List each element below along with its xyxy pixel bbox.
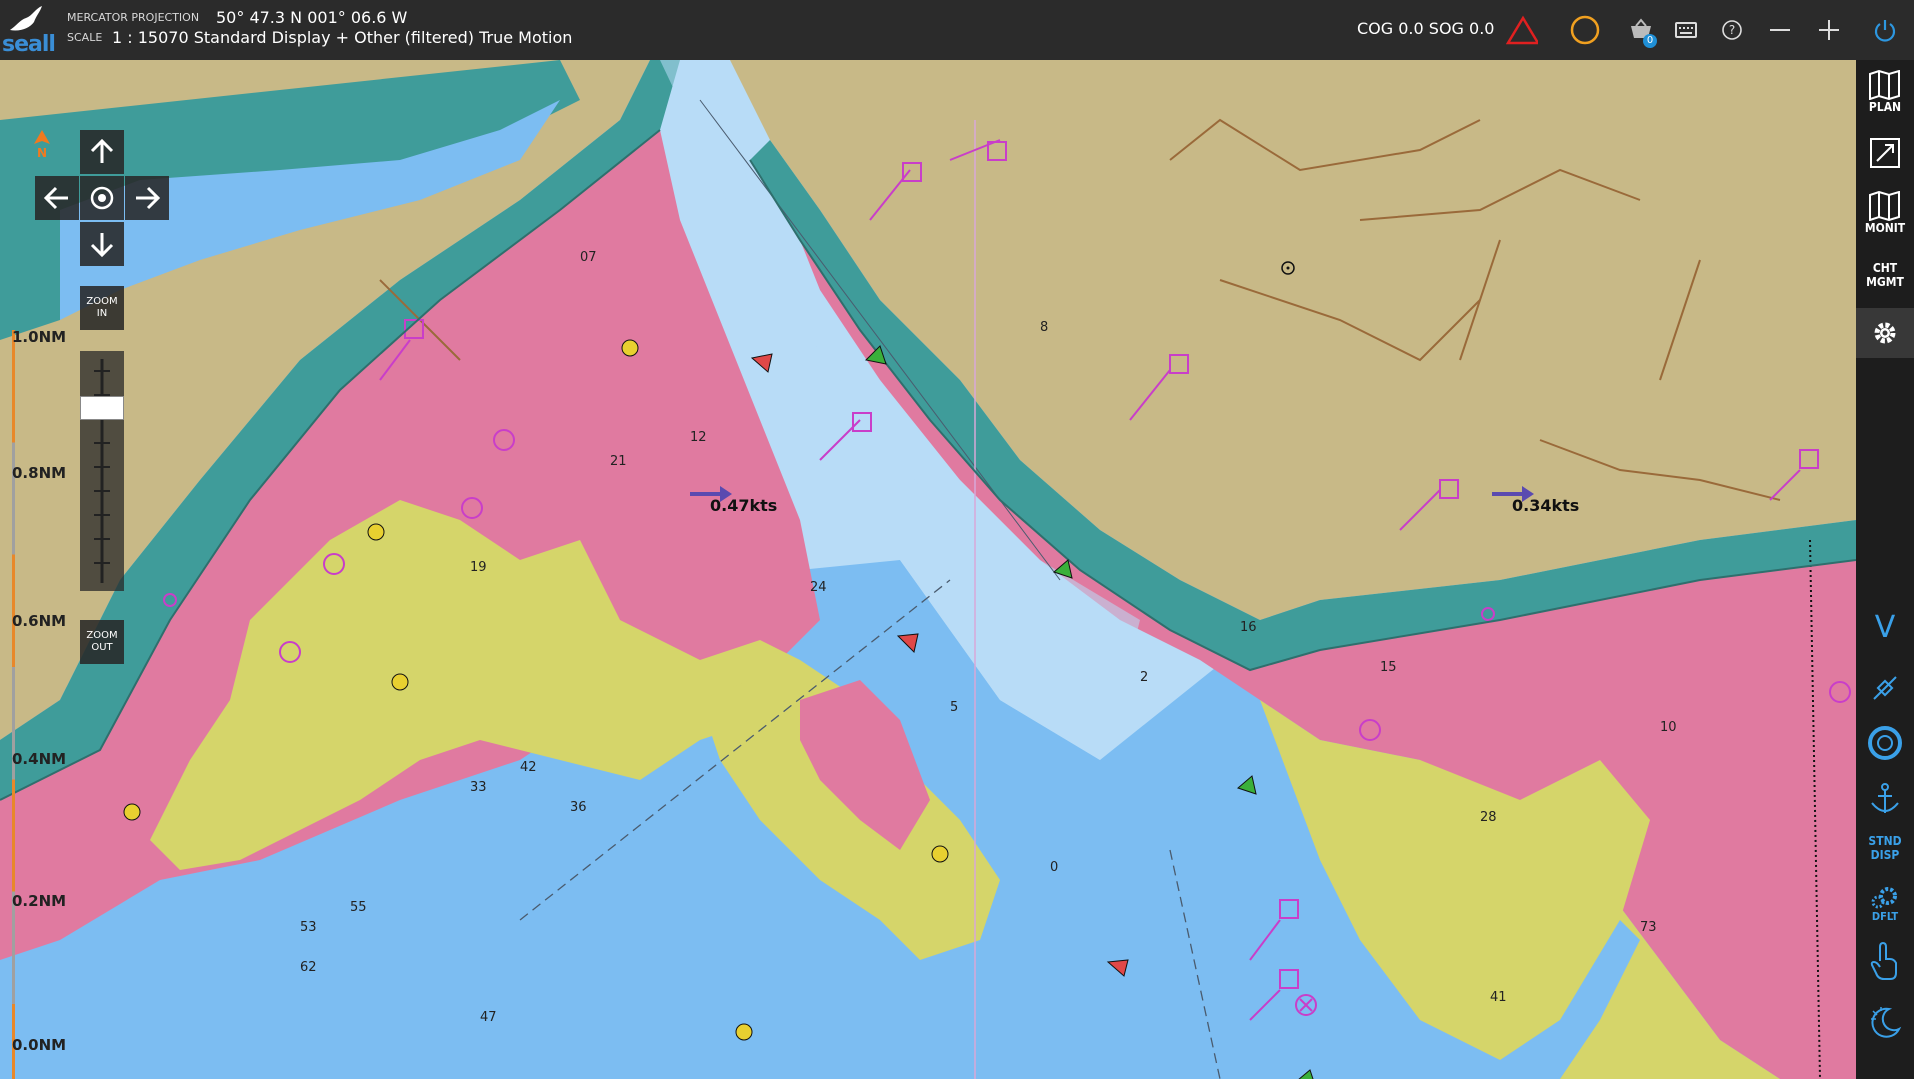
arrow-right-icon — [136, 186, 161, 210]
touch-mode-button[interactable] — [1856, 936, 1914, 986]
disp-label: DISP — [1870, 848, 1900, 862]
range-label: 1.0NM — [12, 328, 67, 346]
route-tool-button[interactable] — [1856, 666, 1914, 710]
scale-label: SCALE — [67, 31, 103, 44]
cht-label: CHT — [1872, 261, 1898, 275]
minimize-icon[interactable] — [1764, 14, 1796, 46]
plan-label: PLAN — [1868, 100, 1902, 114]
monit-button[interactable]: MONIT — [1856, 184, 1914, 242]
alarm-circle-icon[interactable] — [1569, 14, 1601, 46]
gear-icon — [1874, 322, 1896, 344]
warning-triangle-icon[interactable] — [1506, 14, 1538, 46]
plan-button[interactable]: PLAN — [1856, 64, 1914, 120]
pan-right-button[interactable] — [125, 176, 169, 220]
current-speed-label: 0.34kts — [1512, 496, 1580, 515]
chart-overview-icon — [1870, 138, 1900, 168]
pin-route-icon — [1873, 676, 1897, 700]
pan-left-button[interactable] — [35, 176, 79, 220]
right-toolbar: PLAN MONIT CHT MGMT V STND DISP DFLT — [1856, 60, 1914, 1079]
keyboard-icon[interactable] — [1670, 14, 1702, 46]
pan-down-button[interactable] — [80, 222, 124, 266]
basket-badge: 0 — [1643, 34, 1657, 48]
settings-button[interactable] — [1856, 308, 1914, 358]
basket-icon[interactable]: 0 — [1625, 14, 1657, 48]
zoom-in-button[interactable]: ZOOM IN — [80, 286, 124, 330]
pan-up-button[interactable] — [80, 130, 124, 174]
range-label: 0.0NM — [12, 1036, 67, 1054]
arrow-left-icon — [43, 186, 68, 210]
svg-text:?: ? — [1729, 23, 1735, 37]
center-ship-button[interactable] — [80, 176, 124, 220]
v-label: V — [1874, 609, 1896, 645]
dflt-label: DFLT — [1871, 910, 1899, 923]
night-mode-button[interactable] — [1856, 998, 1914, 1048]
help-icon[interactable]: ? — [1716, 14, 1748, 46]
maximize-icon[interactable] — [1813, 14, 1845, 46]
logo-word: seall — [2, 32, 56, 57]
top-bar: seall MERCATOR PROJECTION 50° 47.3 N 001… — [0, 0, 1914, 60]
anchor-button[interactable] — [1856, 776, 1914, 822]
projection-label: MERCATOR PROJECTION — [67, 11, 200, 24]
zoom-out-button[interactable]: ZOOM OUT — [80, 620, 124, 664]
overview-button[interactable] — [1856, 130, 1914, 176]
chart-management-button[interactable]: CHT MGMT — [1856, 250, 1914, 300]
default-settings-button[interactable]: DFLT — [1856, 880, 1914, 928]
stnd-label: STND — [1868, 834, 1902, 848]
map-icon — [1869, 70, 1900, 100]
power-icon[interactable] — [1869, 14, 1901, 46]
range-label: 0.4NM — [12, 750, 67, 768]
monit-label: MONIT — [1864, 221, 1906, 235]
center-target-icon — [90, 186, 114, 210]
cursor-position: 50° 47.3 N 001° 06.6 W — [216, 8, 408, 27]
range-label: 0.2NM — [12, 892, 67, 910]
standard-display-button[interactable]: STND DISP — [1856, 828, 1914, 868]
gear-icon — [1871, 887, 1897, 909]
arrow-down-icon — [90, 233, 114, 258]
mgmt-label: MGMT — [1866, 275, 1904, 289]
scale-value: 1 : 15070 Standard Display + Other (filt… — [112, 28, 573, 47]
current-speed-label: 0.47kts — [710, 496, 778, 515]
lifebuoy-icon — [1868, 726, 1902, 760]
map-icon — [1869, 191, 1900, 221]
seall-logo: seall — [0, 4, 60, 57]
hand-pointer-icon — [1870, 941, 1897, 980]
lifebuoy-button[interactable] — [1856, 720, 1914, 766]
arrow-up-icon — [90, 138, 114, 163]
moon-icon — [1871, 1007, 1902, 1038]
vector-button[interactable]: V — [1856, 604, 1914, 650]
anchor-icon — [1871, 783, 1899, 813]
range-label: 0.8NM — [12, 464, 67, 482]
range-label: 0.6NM — [12, 612, 67, 630]
pan-control — [33, 130, 171, 266]
nautical-chart[interactable]: 21 12 07 19 24 42 53 36 15 10 0 2 8 16 2… — [0, 60, 1856, 1079]
cog-sog-readout: COG 0.0 SOG 0.0 — [1357, 19, 1495, 38]
zoom-slider-track[interactable] — [80, 351, 124, 591]
zoom-slider-thumb[interactable] — [80, 396, 124, 420]
range-bar — [12, 330, 15, 1079]
